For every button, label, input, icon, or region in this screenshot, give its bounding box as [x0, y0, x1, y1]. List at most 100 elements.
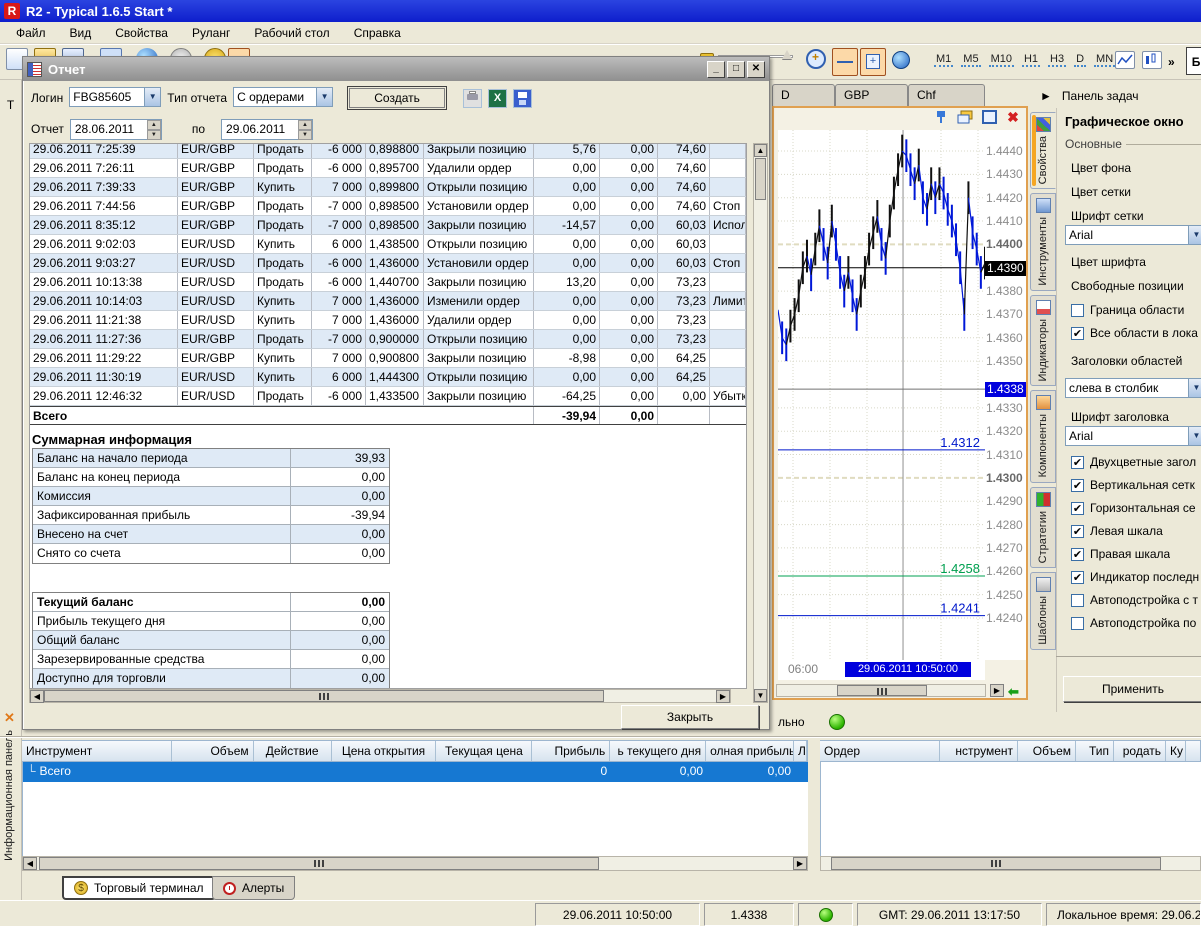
checkbox-row[interactable]: ✔Левая шкала: [1065, 524, 1201, 538]
chevron-down-icon[interactable]: ▼: [1188, 226, 1201, 244]
report-table-row[interactable]: 29.06.2011 9:03:27EUR/USDПродать-6 0001,…: [30, 254, 746, 273]
positions-table-header[interactable]: ИнструментОбъемДействиеЦена открытияТеку…: [22, 740, 808, 762]
zoom-in-icon[interactable]: [806, 49, 826, 69]
checkbox-row[interactable]: ✔Вертикальная сетк: [1065, 478, 1201, 492]
timeframe-button[interactable]: MN: [1094, 52, 1115, 67]
menu-item[interactable]: Вид: [60, 24, 102, 42]
checkbox-row[interactable]: ✔Двухцветные загол: [1065, 455, 1201, 469]
report-table-row[interactable]: 29.06.2011 11:27:36EUR/GBPПродать-7 0000…: [30, 330, 746, 349]
report-table-row[interactable]: 29.06.2011 8:35:12EUR/GBPПродать-7 0000,…: [30, 216, 746, 235]
menu-item[interactable]: Файл: [6, 24, 56, 42]
chevron-down-icon[interactable]: ▼: [1188, 379, 1201, 397]
column-header[interactable]: нструмент: [940, 741, 1018, 761]
column-header[interactable]: Л: [794, 741, 807, 761]
column-header[interactable]: Цена открытия: [332, 741, 437, 761]
close-chart-icon[interactable]: ✖: [1004, 110, 1022, 126]
corner-button[interactable]: Б: [1186, 47, 1201, 75]
panel-tab-3[interactable]: Индикаторы: [1030, 295, 1056, 387]
report-table-row[interactable]: 29.06.2011 11:29:22EUR/GBPКупить7 0000,9…: [30, 349, 746, 368]
timeframe-button[interactable]: H3: [1048, 52, 1066, 67]
scroll-up-button[interactable]: ▲: [754, 144, 767, 157]
date-from-spinner[interactable]: ▲▼: [147, 120, 161, 139]
price-axis[interactable]: 1.44401.44301.44201.44101.44001.43801.43…: [985, 130, 1026, 660]
globe-icon[interactable]: [892, 51, 914, 73]
task-panel-header[interactable]: ► Панель задач: [1030, 84, 1201, 108]
report-hscrollbar[interactable]: ◀ ▶: [29, 689, 731, 703]
timeframe-button[interactable]: D: [1074, 52, 1086, 67]
candlestick-chart-icon[interactable]: [1142, 51, 1162, 69]
report-table-row[interactable]: 29.06.2011 7:26:11EUR/GBPПродать-6 0000,…: [30, 159, 746, 178]
scroll-right-button[interactable]: ▶: [793, 857, 807, 870]
close-panel-icon[interactable]: ✕: [4, 710, 15, 726]
menu-item[interactable]: Справка: [344, 24, 411, 42]
panel-tab-1[interactable]: Свойства: [1030, 112, 1056, 189]
grid-color-row[interactable]: Цвет сетки: [1065, 185, 1201, 199]
free-positions-row[interactable]: Свободные позиции: [1065, 279, 1201, 293]
add-window-tool-button[interactable]: +: [860, 48, 886, 76]
operations-table[interactable]: 29.06.2011 7:25:39EUR/GBPПродать-6 0000,…: [30, 143, 746, 425]
column-header[interactable]: Объем: [1018, 741, 1076, 761]
checkbox-row[interactable]: Автоподстройка по: [1065, 616, 1201, 630]
pair-tab[interactable]: Chf: [908, 84, 985, 106]
menu-item[interactable]: Рабочий стол: [244, 24, 339, 42]
login-combo[interactable]: FBG85605▼: [69, 87, 161, 107]
column-header[interactable]: Текущая цена: [436, 741, 532, 761]
report-table-row[interactable]: 29.06.2011 7:25:39EUR/GBPПродать-6 0000,…: [30, 143, 746, 159]
info-panel-label[interactable]: Информационная панель: [3, 730, 15, 861]
panel-tab-6[interactable]: Шаблоны: [1030, 572, 1056, 650]
checkbox-row[interactable]: Граница области: [1065, 303, 1201, 317]
positions-hscrollbar[interactable]: ◀ ▶: [22, 856, 808, 871]
chart-plot[interactable]: 1.43121.42581.4241: [778, 130, 985, 660]
chevron-down-icon[interactable]: ▼: [1188, 427, 1201, 445]
orders-table-header[interactable]: ОрдернструментОбъемТипродатьКу: [820, 740, 1201, 762]
checkbox-row[interactable]: ✔Правая шкала: [1065, 547, 1201, 561]
timeframe-button[interactable]: H1: [1022, 52, 1040, 67]
checkbox-row[interactable]: ✔Все области в лока: [1065, 326, 1201, 340]
checkbox-row[interactable]: ✔Горизонтальная се: [1065, 501, 1201, 515]
pair-tab[interactable]: GBP: [835, 84, 908, 106]
excel-export-icon[interactable]: X: [488, 89, 507, 108]
report-table-row[interactable]: 29.06.2011 10:13:38EUR/USDПродать-6 0001…: [30, 273, 746, 292]
report-table-row[interactable]: 29.06.2011 9:02:03EUR/USDКупить6 0001,43…: [30, 235, 746, 254]
apply-button[interactable]: Применить: [1063, 676, 1201, 702]
grid-font-combo[interactable]: Arial▼: [1065, 225, 1201, 245]
column-header[interactable]: родать: [1114, 741, 1166, 761]
menu-item[interactable]: Свойства: [105, 24, 178, 42]
column-header[interactable]: ь текущего дня: [610, 741, 706, 761]
date-to-field[interactable]: 29.06.2011▲▼: [221, 119, 313, 140]
chart-scrollbar[interactable]: [776, 684, 986, 697]
menu-item[interactable]: Руланг: [182, 24, 240, 42]
timeframe-button[interactable]: M5: [961, 52, 980, 67]
scroll-left-button[interactable]: ◀: [30, 690, 44, 703]
pair-tab[interactable]: D: [772, 84, 835, 106]
column-header[interactable]: Инструмент: [22, 741, 172, 761]
dialog-close-button[interactable]: Закрыть: [621, 705, 759, 729]
header-font-combo[interactable]: Arial▼: [1065, 426, 1201, 446]
zoom-slider-thumb[interactable]: [782, 50, 792, 59]
cascade-icon[interactable]: [956, 110, 974, 126]
maximize-icon[interactable]: □: [727, 61, 745, 78]
bg-color-row[interactable]: Цвет фона: [1065, 161, 1201, 175]
column-header[interactable]: Действие: [254, 741, 332, 761]
report-vscrollbar[interactable]: ▲ ▼: [753, 143, 768, 703]
panel-tab-5[interactable]: Стратегии: [1030, 487, 1056, 568]
save-icon[interactable]: [513, 89, 532, 108]
minimize-icon[interactable]: _: [707, 61, 725, 78]
scroll-left-button[interactable]: ◀: [23, 857, 37, 870]
panel-tab-2[interactable]: Инструменты: [1030, 193, 1056, 291]
report-table-row[interactable]: 29.06.2011 10:14:03EUR/USDКупить7 0001,4…: [30, 292, 746, 311]
date-to-spinner[interactable]: ▲▼: [298, 120, 312, 139]
font-color-row[interactable]: Цвет шрифта: [1065, 255, 1201, 269]
orders-hscrollbar[interactable]: [820, 856, 1201, 871]
scroll-right-button[interactable]: ▶: [990, 684, 1004, 697]
maximize-window-icon[interactable]: [980, 110, 998, 126]
date-from-field[interactable]: 28.06.2011▲▼: [70, 119, 162, 140]
report-table-row[interactable]: 29.06.2011 7:39:33EUR/GBPКупить7 0000,89…: [30, 178, 746, 197]
report-table-row[interactable]: 29.06.2011 7:44:56EUR/GBPПродать-7 0000,…: [30, 197, 746, 216]
panel-tab-4[interactable]: Компоненты: [1030, 390, 1056, 482]
crosshair-tool-button[interactable]: [832, 48, 858, 76]
column-header[interactable]: Тип: [1076, 741, 1114, 761]
pin-icon[interactable]: [932, 110, 950, 126]
tab-alerts[interactable]: Алерты: [212, 876, 295, 900]
report-type-combo[interactable]: С ордерами▼: [233, 87, 333, 107]
